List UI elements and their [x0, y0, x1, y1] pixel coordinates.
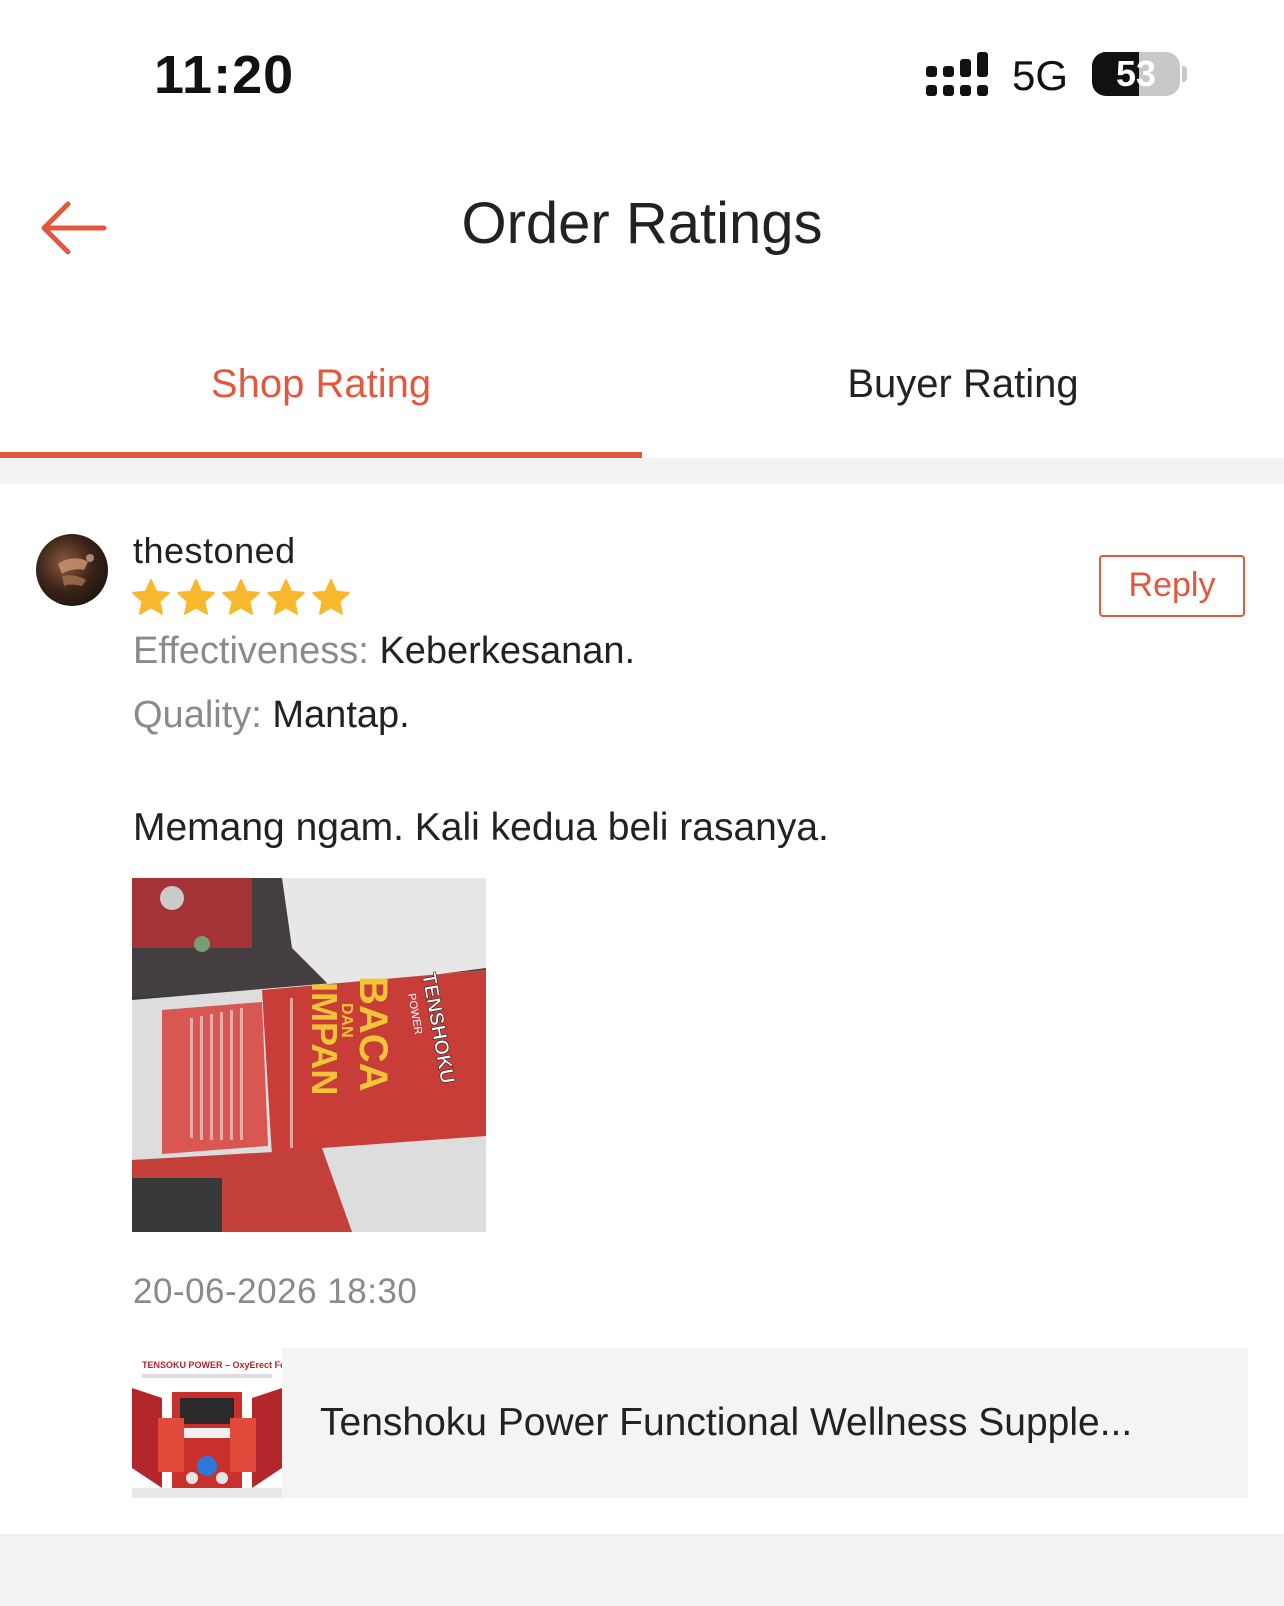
tab-buyer-rating[interactable]: Buyer Rating — [642, 310, 1284, 458]
star-icon — [222, 579, 260, 615]
review-comment: Memang ngam. Kali kedua beli rasanya. — [133, 806, 829, 849]
network-type: 5G — [1012, 52, 1069, 99]
attribute-quality: Quality: Mantap. — [133, 694, 410, 737]
avatar[interactable] — [36, 534, 108, 606]
attribute-label: Effectiveness: — [133, 630, 369, 672]
status-time: 11:20 — [154, 45, 295, 105]
attribute-value: Keberkesanan. — [379, 630, 636, 672]
review-photo[interactable]: BACA DAN IMPAN TENSHOKU POWER — [132, 878, 486, 1232]
page-title: Order Ratings — [461, 191, 823, 256]
battery-percentage: 53 — [1115, 53, 1157, 94]
product-thumbnail: TENSOKU POWER – OxyErect Formula — [132, 1348, 282, 1498]
star-rating — [131, 578, 356, 618]
product-link[interactable]: TENSOKU POWER – OxyErect Formula Tenshok… — [132, 1348, 1248, 1498]
star-icon — [177, 579, 215, 615]
tab-shop-rating[interactable]: Shop Rating — [0, 310, 642, 458]
attribute-label: Quality: — [133, 694, 262, 736]
avatar-image — [58, 554, 94, 586]
star-icon — [312, 579, 350, 615]
review-card: thestoned Reply Effectiveness: Keberkesa… — [0, 484, 1284, 1534]
product-name: Tenshoku Power Functional Wellness Suppl… — [320, 1401, 1133, 1444]
attribute-value: Mantap. — [272, 694, 410, 736]
product-thumbnail-image: TENSOKU POWER – OxyErect Formula — [132, 1348, 282, 1498]
review-photo-image: BACA DAN IMPAN TENSHOKU POWER — [132, 878, 486, 1232]
status-bar: 11:20 5G 53 — [0, 0, 1284, 150]
product-thumb-caption: TENSOKU POWER – OxyErect Formula — [142, 1360, 282, 1370]
page-header: Order Ratings — [0, 150, 1284, 310]
cellular-signal-icon — [926, 52, 988, 96]
attribute-effectiveness: Effectiveness: Keberkesanan. — [133, 630, 635, 673]
reviewer-username: thestoned — [133, 530, 296, 571]
star-icon — [132, 579, 170, 615]
battery-icon: 53 — [1092, 52, 1188, 98]
reply-button[interactable]: Reply — [1099, 555, 1245, 617]
review-timestamp: 20-06-2026 18:30 — [133, 1272, 418, 1311]
order-ratings-screen: 11:20 5G 53 Order Ratings Shop Rating Bu… — [0, 0, 1284, 1606]
rating-tabs: Shop Rating Buyer Rating — [0, 310, 1284, 458]
star-icon — [267, 579, 305, 615]
